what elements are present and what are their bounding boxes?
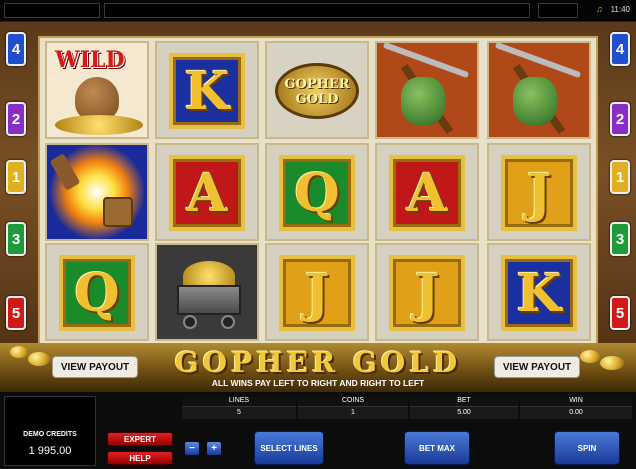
gold-nugget xyxy=(28,352,50,366)
minus-button[interactable]: − xyxy=(185,442,199,455)
payline-2-button[interactable]: 2 xyxy=(610,102,630,136)
gold-nugget xyxy=(10,346,28,358)
reel-5-symbol-pickaxe xyxy=(487,41,591,139)
sound-icon[interactable]: ♫ xyxy=(596,4,606,14)
gold-nugget xyxy=(600,356,624,370)
reel-2-symbol-A: A xyxy=(155,143,259,241)
payline-5-button[interactable]: 5 xyxy=(610,296,630,330)
logo-text: GOPHER GOLD xyxy=(284,77,350,107)
wild-text: WILD xyxy=(55,47,125,73)
bet-display: BET 5.00 xyxy=(410,397,518,421)
bet-label: BET xyxy=(410,397,518,407)
payline-4-button[interactable]: 4 xyxy=(610,32,630,66)
win-value: 0.00 xyxy=(520,407,632,419)
card-letter-A: A xyxy=(389,155,465,231)
reel-3-symbol-J: J xyxy=(265,243,369,341)
coins-display: COINS 1 xyxy=(298,397,408,421)
view-payout-button-left[interactable]: VIEW PAYOUT xyxy=(52,356,138,378)
reel-3-symbol-gopher-gold-logo: GOPHER GOLD xyxy=(265,41,369,139)
lines-value: 5 xyxy=(182,407,296,419)
card-letter-J: J xyxy=(389,255,465,331)
card-letter-K: K xyxy=(169,53,245,129)
reel-1-symbol-Q: Q xyxy=(45,243,149,341)
dynamite-icon xyxy=(49,153,81,191)
gold-pile-icon xyxy=(55,115,143,135)
reel-2-symbol-minecart xyxy=(155,243,259,341)
reel-4-symbol-J: J xyxy=(375,243,479,341)
lines-display: LINES 5 xyxy=(182,397,296,421)
payline-1-button[interactable]: 1 xyxy=(610,160,630,194)
game-subtitle: ALL WINS PAY LEFT TO RIGHT AND RIGHT TO … xyxy=(211,378,425,388)
payline-3-button[interactable]: 3 xyxy=(610,222,630,256)
card-letter-Q: Q xyxy=(279,155,355,231)
bet-max-button[interactable]: BET MAX xyxy=(404,431,470,465)
gold-nugget xyxy=(580,350,600,363)
card-letter-A: A xyxy=(169,155,245,231)
game-title: GOPHER GOLD xyxy=(174,346,462,379)
pickaxe-icon xyxy=(382,43,470,79)
plus-button[interactable]: + xyxy=(207,442,221,455)
payline-4-button[interactable]: 4 xyxy=(6,32,26,66)
lines-label: LINES xyxy=(182,397,296,407)
coins-value: 1 xyxy=(298,407,408,419)
top-info-box-center xyxy=(104,3,530,18)
reel-2-symbol-K: K xyxy=(155,41,259,139)
card-letter-J: J xyxy=(501,155,577,231)
top-info-box-right xyxy=(538,3,578,18)
gopher-icon xyxy=(401,77,445,125)
reel-1-symbol-wild: WILD xyxy=(45,41,149,139)
card-letter-Q: Q xyxy=(59,255,135,331)
reel-area: WILD Q K A GOPHER GOLD Q J A J J K xyxy=(38,36,598,346)
clock: 11:40 xyxy=(610,5,630,14)
reel-5-symbol-K: K xyxy=(487,243,591,341)
win-label: WIN xyxy=(520,397,632,407)
bet-value: 5.00 xyxy=(410,407,518,419)
reel-4-symbol-A: A xyxy=(375,143,479,241)
top-bar: ♫ 11:40 xyxy=(0,0,636,22)
pickaxe-icon xyxy=(494,43,582,79)
gopher-icon xyxy=(513,77,557,125)
payline-3-button[interactable]: 3 xyxy=(6,222,26,256)
credits-label: DEMO CREDITS xyxy=(23,431,77,438)
payline-5-button[interactable]: 5 xyxy=(6,296,26,330)
win-display: WIN 0.00 xyxy=(520,397,632,421)
reel-5-symbol-J: J xyxy=(487,143,591,241)
help-button[interactable]: HELP xyxy=(107,451,173,465)
barrel-icon xyxy=(103,197,133,227)
card-letter-K: K xyxy=(501,255,577,331)
wheel-icon xyxy=(183,315,197,329)
reel-1-symbol-dynamite xyxy=(45,143,149,241)
payline-1-button[interactable]: 1 xyxy=(6,160,26,194)
view-payout-button-right[interactable]: VIEW PAYOUT xyxy=(494,356,580,378)
coins-label: COINS xyxy=(298,397,408,407)
credits-value: 1 995.00 xyxy=(28,445,72,457)
spin-button[interactable]: SPIN xyxy=(554,431,620,465)
reel-4-symbol-pickaxe xyxy=(375,41,479,139)
expert-button[interactable]: EXPERT xyxy=(107,432,173,446)
payline-2-button[interactable]: 2 xyxy=(6,102,26,136)
top-info-box-left xyxy=(4,3,100,18)
card-letter-J: J xyxy=(279,255,355,331)
credits-box: DEMO CREDITS 1 995.00 xyxy=(4,396,96,466)
minecart-icon xyxy=(177,285,241,315)
select-lines-button[interactable]: SELECT LINES xyxy=(254,431,324,465)
wheel-icon xyxy=(221,315,235,329)
reel-3-symbol-Q: Q xyxy=(265,143,369,241)
